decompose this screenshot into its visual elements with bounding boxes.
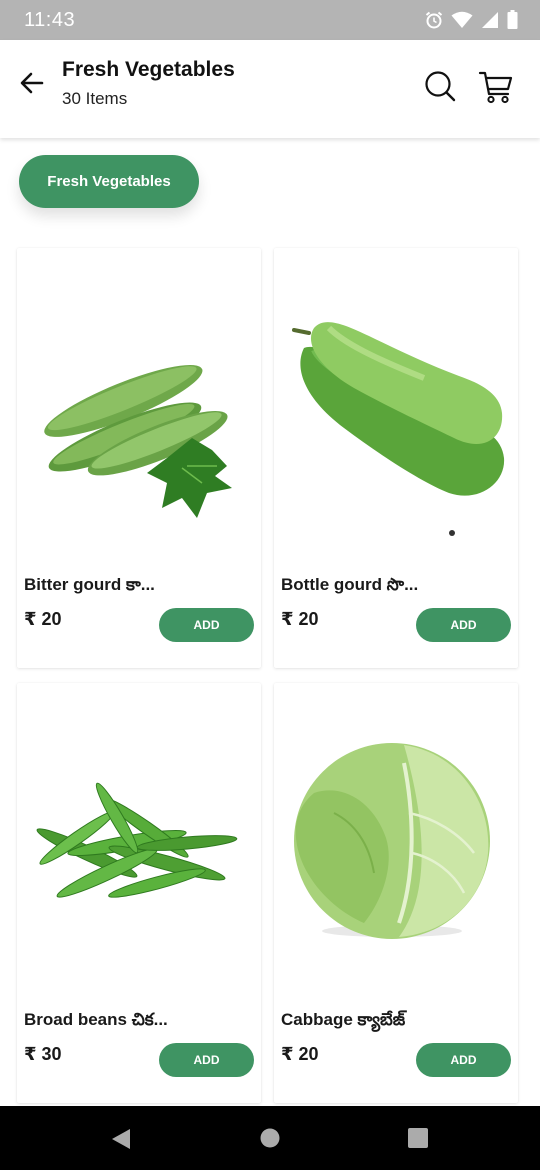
cabbage-image <box>294 743 490 939</box>
alarm-icon <box>425 11 443 28</box>
product-card[interactable]: Broad beans చిక... ₹ 30 ADD <box>17 683 261 1103</box>
bitter-gourd-image <box>44 365 232 518</box>
broad-beans-image <box>36 782 238 898</box>
category-chips: Fresh Vegetables <box>0 138 540 238</box>
wifi-icon <box>451 11 473 28</box>
status-time: 11:43 <box>24 9 76 31</box>
back-button[interactable] <box>16 67 48 99</box>
product-price: ₹ 20 <box>281 1044 319 1064</box>
product-price: ₹ 20 <box>281 609 319 629</box>
product-card[interactable]: Bitter gourd కా... ₹ 20 ADD <box>17 248 261 668</box>
product-name: Cabbage క్యాబేజ్ <box>281 1010 406 1029</box>
nav-recents-icon[interactable] <box>407 1127 429 1149</box>
product-name: Bottle gourd సొ... <box>281 575 419 594</box>
nav-back-icon[interactable] <box>110 1127 132 1151</box>
add-button[interactable]: ADD <box>159 608 254 642</box>
item-count: 30 Items <box>62 89 128 108</box>
category-chip-fresh-vegetables[interactable]: Fresh Vegetables <box>19 155 199 208</box>
search-button[interactable] <box>423 69 457 103</box>
app-bar: Fresh Vegetables 30 Items <box>0 40 540 138</box>
product-name: Broad beans చిక... <box>24 1010 168 1029</box>
system-nav-bar <box>0 1106 540 1170</box>
product-price: ₹ 20 <box>24 609 62 629</box>
product-card[interactable]: Cabbage క్యాబేజ్ ₹ 20 ADD <box>274 683 518 1103</box>
search-icon <box>425 71 456 102</box>
cart-button[interactable] <box>478 69 514 105</box>
add-button[interactable]: ADD <box>159 1043 254 1077</box>
status-bar: 11:43 <box>0 0 540 40</box>
battery-icon <box>507 10 518 29</box>
signal-icon <box>482 11 498 28</box>
back-arrow-icon <box>20 72 44 94</box>
product-name: Bitter gourd కా... <box>24 575 155 594</box>
product-price: ₹ 30 <box>24 1044 62 1064</box>
cart-icon <box>478 71 513 104</box>
bottle-gourd-image <box>292 322 505 536</box>
page-title: Fresh Vegetables <box>62 58 235 81</box>
add-button[interactable]: ADD <box>416 1043 511 1077</box>
add-button[interactable]: ADD <box>416 608 511 642</box>
nav-home-icon[interactable] <box>259 1127 281 1149</box>
product-card[interactable]: Bottle gourd సొ... ₹ 20 ADD <box>274 248 518 668</box>
status-icons <box>425 10 518 29</box>
